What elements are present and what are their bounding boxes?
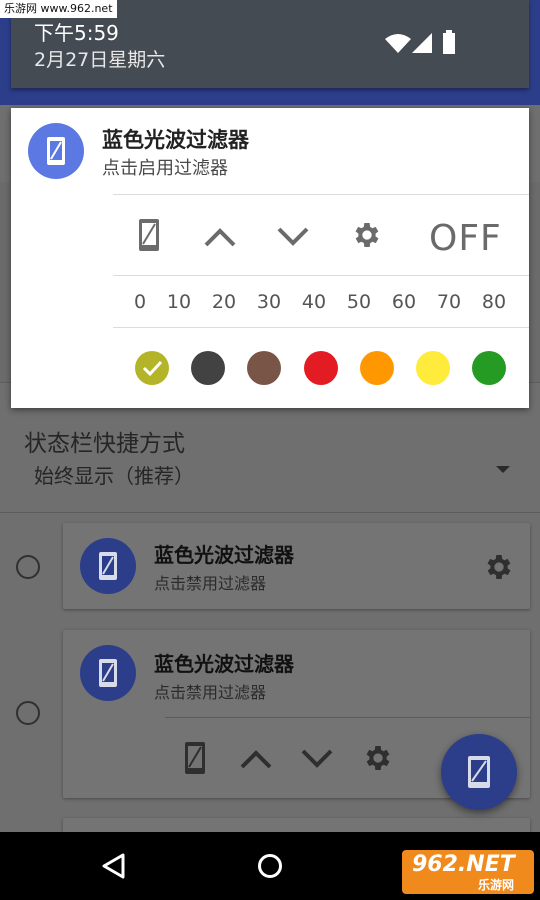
- filter-toggle-button[interactable]: OFF: [429, 218, 502, 259]
- divider: [113, 275, 529, 276]
- option-2-title: 蓝色光波过滤器: [154, 652, 294, 676]
- logo-subtext: 乐游网: [478, 878, 515, 892]
- option-1-subtitle: 点击禁用过滤器: [154, 574, 267, 593]
- intensity-50[interactable]: 50: [339, 291, 379, 313]
- divider: [113, 194, 529, 195]
- shortcut-pref-title[interactable]: 状态栏快捷方式: [24, 424, 185, 458]
- intensity-80[interactable]: 80: [474, 291, 514, 313]
- shortcut-pref-value[interactable]: 始终显示（推荐）: [34, 460, 194, 489]
- intensity-10[interactable]: 10: [159, 291, 199, 313]
- gear-icon[interactable]: [351, 219, 383, 255]
- color-swatch-red[interactable]: [304, 351, 338, 385]
- color-swatch-brown[interactable]: [247, 351, 281, 385]
- color-swatch-orange[interactable]: [360, 351, 394, 385]
- back-icon[interactable]: [100, 852, 126, 884]
- option-1-card[interactable]: 蓝色光波过滤器 点击禁用过滤器: [63, 523, 530, 609]
- card-divider: [165, 717, 530, 718]
- color-swatch-olive[interactable]: [135, 351, 169, 385]
- cellular-signal-icon: [412, 33, 432, 57]
- home-icon[interactable]: [257, 853, 283, 883]
- gear-icon[interactable]: [362, 742, 394, 778]
- color-swatch-yellow[interactable]: [416, 351, 450, 385]
- logo-text: 962.NET: [412, 852, 515, 877]
- intensity-30[interactable]: 30: [249, 291, 289, 313]
- filter-notification[interactable]: 蓝色光波过滤器 点击启用过滤器 OFF 0 10 20 30 40 50 60 …: [11, 108, 529, 408]
- phone-icon: [28, 123, 84, 179]
- chevron-up-icon[interactable]: [202, 221, 238, 255]
- watermark: 乐游网 www.962.net: [0, 0, 117, 18]
- status-date: 2月27日星期六: [34, 49, 166, 71]
- phone-icon[interactable]: [137, 218, 161, 256]
- phone-icon[interactable]: [183, 741, 207, 779]
- intensity-0[interactable]: 0: [120, 291, 160, 313]
- intensity-60[interactable]: 60: [384, 291, 424, 313]
- phone-icon: [80, 645, 136, 701]
- divider: [0, 512, 540, 513]
- intensity-20[interactable]: 20: [204, 291, 244, 313]
- option-2-subtitle: 点击禁用过滤器: [154, 683, 267, 702]
- color-swatch-green[interactable]: [472, 351, 506, 385]
- divider: [113, 327, 529, 328]
- chevron-down-icon[interactable]: [275, 221, 311, 255]
- notification-subtitle: 点击启用过滤器: [102, 158, 228, 179]
- option-1-radio[interactable]: [16, 555, 40, 579]
- checkmark-icon: [142, 360, 163, 377]
- color-swatch-dark-gray[interactable]: [191, 351, 225, 385]
- intensity-70[interactable]: 70: [429, 291, 469, 313]
- option-2-radio[interactable]: [16, 701, 40, 725]
- fab-filter-button[interactable]: [441, 734, 517, 810]
- gear-icon[interactable]: [483, 551, 515, 587]
- wifi-icon: [385, 33, 411, 57]
- chevron-down-icon[interactable]: [299, 743, 335, 777]
- intensity-40[interactable]: 40: [294, 291, 334, 313]
- option-1-title: 蓝色光波过滤器: [154, 543, 294, 567]
- battery-icon: [443, 30, 455, 58]
- notification-title: 蓝色光波过滤器: [102, 128, 249, 152]
- chevron-up-icon[interactable]: [238, 743, 274, 777]
- status-time: 下午5:59: [34, 21, 119, 45]
- site-logo: 962.NET 乐游网: [402, 850, 534, 894]
- dropdown-arrow-icon[interactable]: [496, 466, 510, 473]
- phone-icon: [80, 538, 136, 594]
